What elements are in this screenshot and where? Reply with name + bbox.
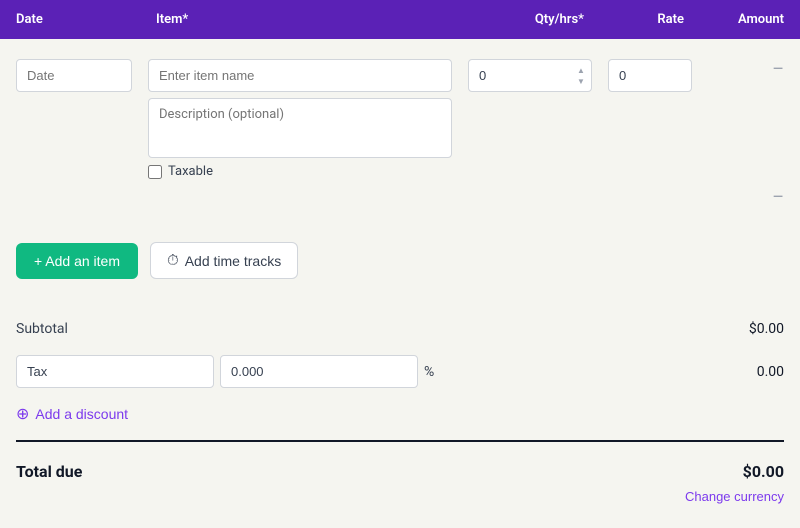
qty-up-button[interactable]: ▲ (574, 65, 588, 75)
totals-section: Subtotal $0.00 % 0.00 ⊕ Add a discount T… (0, 311, 800, 528)
add-item-label: + Add an item (34, 253, 120, 269)
add-discount-row: ⊕ Add a discount (16, 396, 784, 432)
tax-pct-symbol: % (424, 364, 434, 380)
date-cell (0, 59, 140, 92)
taxable-checkbox[interactable] (148, 165, 162, 179)
add-discount-icon: ⊕ (16, 404, 29, 424)
subtotal-label: Subtotal (16, 321, 68, 337)
tax-value: 0.00 (757, 364, 784, 380)
qty-cell: ▲ ▼ (460, 59, 600, 92)
remove-row-button[interactable]: – (772, 59, 784, 80)
table-body: Taxable ▲ ▼ – – (0, 39, 800, 226)
qty-wrapper: ▲ ▼ (468, 59, 592, 92)
add-item-button[interactable]: + Add an item (16, 243, 138, 279)
rate-cell (600, 59, 700, 92)
total-due-value: $0.00 (743, 462, 784, 481)
clock-icon: ⏱ (167, 252, 179, 269)
taxable-row: Taxable (148, 164, 452, 179)
item-name-input[interactable] (148, 59, 452, 92)
subtotal-value: $0.00 (749, 321, 784, 337)
amount-cell: – (700, 59, 800, 80)
change-currency-button[interactable]: Change currency (685, 489, 784, 504)
header-date: Date (0, 0, 140, 39)
add-discount-button[interactable]: ⊕ Add a discount (16, 404, 128, 424)
rate-input[interactable] (608, 59, 692, 92)
date-input[interactable] (16, 59, 132, 92)
total-divider (16, 440, 784, 442)
item-cell-inner: Taxable (148, 59, 452, 179)
tax-pct-input[interactable] (220, 355, 418, 388)
table-header: Date Item* Qty/hrs* Rate Amount (0, 0, 800, 39)
header-item: Item* (140, 0, 460, 39)
total-due-label: Total due (16, 462, 82, 481)
qty-down-button[interactable]: ▼ (574, 76, 588, 86)
header-qty: Qty/hrs* (460, 0, 600, 39)
table-row: Taxable ▲ ▼ – (0, 51, 800, 187)
header-rate: Rate (600, 0, 700, 39)
tax-row: % 0.00 (16, 347, 784, 396)
description-input[interactable] (148, 98, 452, 158)
tax-label-input[interactable] (16, 355, 214, 388)
add-discount-label: Add a discount (35, 406, 128, 422)
qty-arrows: ▲ ▼ (574, 65, 588, 86)
total-due-row: Total due $0.00 (16, 450, 784, 489)
taxable-label: Taxable (168, 164, 213, 179)
remove-row-button-2[interactable]: – (772, 187, 784, 208)
actions-bar: + Add an item ⏱ Add time tracks (0, 226, 800, 303)
item-cell: Taxable (140, 59, 460, 179)
add-tracks-label: Add time tracks (185, 253, 281, 269)
add-time-tracks-button[interactable]: ⏱ Add time tracks (150, 242, 298, 279)
change-currency-row: Change currency (16, 489, 784, 512)
tax-inputs: % (16, 355, 434, 388)
subtotal-row: Subtotal $0.00 (16, 311, 784, 347)
header-amount: Amount (700, 0, 800, 39)
